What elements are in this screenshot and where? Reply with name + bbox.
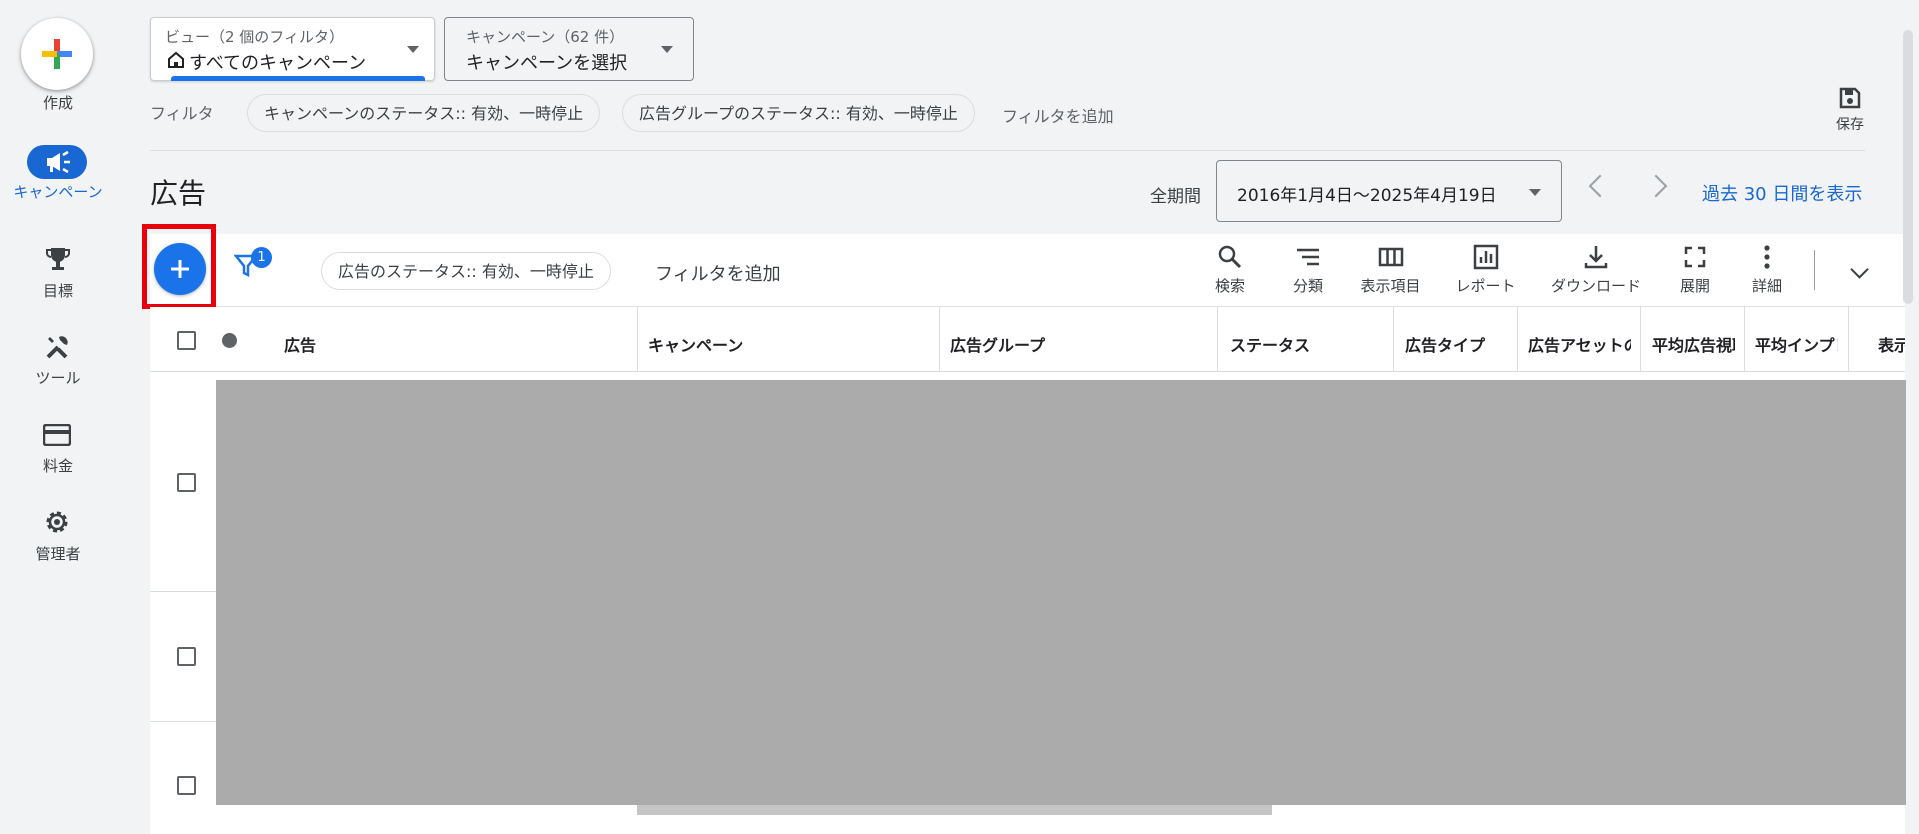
filter-label: フィルタ xyxy=(150,104,214,123)
search-tool-label: 検索 xyxy=(1214,277,1245,295)
create-button[interactable] xyxy=(21,18,93,90)
row-checkbox[interactable] xyxy=(177,647,196,666)
view-selector[interactable]: ビュー（2 個のフィルタ） すべてのキャンペーン xyxy=(150,17,435,81)
dropdown-arrow-icon xyxy=(407,46,419,53)
column-header-display[interactable]: 表示 xyxy=(1878,332,1905,356)
columns-tool-button[interactable]: 表示項目 xyxy=(1353,244,1428,296)
report-tool-label: レポート xyxy=(1455,277,1516,295)
view-selector-underline xyxy=(171,76,425,81)
row-checkbox[interactable] xyxy=(177,473,196,492)
rail-label-tools: ツール xyxy=(35,369,81,387)
ad-status-filter-chip[interactable]: 広告のステータス:: 有効、一時停止 xyxy=(321,252,611,290)
more-tool-button[interactable]: 詳細 xyxy=(1742,244,1792,296)
column-header-avg-impr[interactable]: 平均インプレ xyxy=(1755,332,1838,356)
save-label: 保存 xyxy=(1836,117,1864,133)
toolbar-vertical-divider xyxy=(1814,250,1815,290)
select-all-checkbox[interactable] xyxy=(177,331,196,350)
save-icon xyxy=(1839,87,1861,109)
report-icon xyxy=(1473,244,1498,270)
column-header-avg-view[interactable]: 平均広告視聴 xyxy=(1652,332,1735,356)
date-range-value: 2016年1月4日〜2025年4月19日 xyxy=(1237,186,1497,206)
search-tool-button[interactable]: 検索 xyxy=(1205,244,1255,296)
create-label: 作成 xyxy=(42,94,73,112)
home-icon xyxy=(168,51,184,68)
expand-tool-button[interactable]: 展開 xyxy=(1670,244,1720,296)
view-selector-caption: ビュー（2 個のフィルタ） xyxy=(165,28,345,46)
credit-card-icon xyxy=(43,424,71,446)
navigation-rail: 作成 キャンペーン 目標 ツール 料金 管理者 xyxy=(0,0,116,815)
table-header: 広告 キャンペーン 広告グループ ステータス 広告タイプ 広告アセットの 平均広… xyxy=(150,307,1905,372)
download-icon xyxy=(1584,246,1608,269)
row-checkbox[interactable] xyxy=(177,776,196,795)
column-header-adgroup[interactable]: 広告グループ xyxy=(950,332,1150,356)
download-tool-button[interactable]: ダウンロード xyxy=(1546,244,1646,296)
highlight-box xyxy=(142,224,216,309)
save-button[interactable]: 保存 xyxy=(1820,86,1880,134)
plus-icon xyxy=(42,39,72,69)
column-divider xyxy=(1393,307,1394,371)
column-header-campaign[interactable]: キャンペーン xyxy=(648,332,868,356)
add-filter-link[interactable]: フィルタを追加 xyxy=(1002,103,1114,127)
column-divider xyxy=(1744,307,1745,371)
adgroup-status-filter-chip[interactable]: 広告グループのステータス:: 有効、一時停止 xyxy=(622,94,975,132)
expand-tool-label: 展開 xyxy=(1679,277,1710,295)
megaphone-icon xyxy=(47,150,70,174)
column-divider xyxy=(1640,307,1641,371)
segment-tool-button[interactable]: 分類 xyxy=(1283,244,1333,296)
segment-icon xyxy=(1297,248,1319,266)
column-divider xyxy=(939,307,940,371)
rail-label-billing: 料金 xyxy=(42,457,73,475)
report-tool-button[interactable]: レポート xyxy=(1448,244,1523,296)
date-range-picker[interactable]: 2016年1月4日〜2025年4月19日 xyxy=(1216,160,1562,222)
expand-icon xyxy=(1684,246,1706,268)
rail-label-campaigns: キャンペーン xyxy=(13,183,103,201)
search-icon xyxy=(1218,245,1242,269)
period-label: 全期間 xyxy=(1150,187,1201,207)
column-header-ad[interactable]: 広告 xyxy=(284,332,504,356)
campaign-status-filter-chip[interactable]: キャンペーンのステータス:: 有効、一時停止 xyxy=(247,94,601,132)
dropdown-arrow-icon xyxy=(1529,189,1541,196)
filter-count-badge: 1 xyxy=(251,247,272,268)
redacted-content xyxy=(216,380,1906,805)
campaign-selector-caption: キャンペーン（62 件） xyxy=(466,28,625,46)
show-last-30-days-link[interactable]: 過去 30 日間を表示 xyxy=(1702,180,1862,206)
gear-icon xyxy=(46,511,68,533)
more-tool-label: 詳細 xyxy=(1751,277,1782,295)
add-filter-button[interactable]: フィルタを追加 xyxy=(655,260,781,286)
column-header-ad-asset[interactable]: 広告アセットの xyxy=(1528,332,1631,356)
column-divider xyxy=(1848,307,1849,371)
trophy-icon xyxy=(46,248,70,270)
redacted-content xyxy=(637,805,1272,815)
view-selector-value: すべてのキャンペーン xyxy=(189,53,367,74)
column-divider xyxy=(1517,307,1518,371)
tools-icon xyxy=(46,336,68,359)
status-dot-icon xyxy=(222,333,237,348)
vertical-scrollbar[interactable] xyxy=(1903,30,1913,304)
previous-period-button[interactable] xyxy=(1588,174,1612,198)
rail-label-admin: 管理者 xyxy=(35,545,81,563)
next-period-button[interactable] xyxy=(1644,174,1668,198)
column-header-status[interactable]: ステータス xyxy=(1230,332,1370,356)
columns-tool-label: 表示項目 xyxy=(1360,277,1421,295)
dropdown-arrow-icon xyxy=(661,46,673,53)
download-tool-label: ダウンロード xyxy=(1550,277,1641,295)
segment-tool-label: 分類 xyxy=(1292,277,1323,295)
column-header-ad-type[interactable]: 広告タイプ xyxy=(1405,332,1515,356)
column-divider xyxy=(637,307,638,371)
campaign-selector[interactable]: キャンペーン（62 件） キャンペーンを選択 xyxy=(444,17,694,81)
campaign-selector-value: キャンペーンを選択 xyxy=(466,53,628,74)
columns-icon xyxy=(1378,247,1403,267)
page-title: 広告 xyxy=(150,177,207,210)
header-divider xyxy=(150,150,1865,151)
more-vert-icon xyxy=(1764,245,1770,269)
rail-label-goals: 目標 xyxy=(42,282,73,300)
column-divider xyxy=(1217,307,1218,371)
